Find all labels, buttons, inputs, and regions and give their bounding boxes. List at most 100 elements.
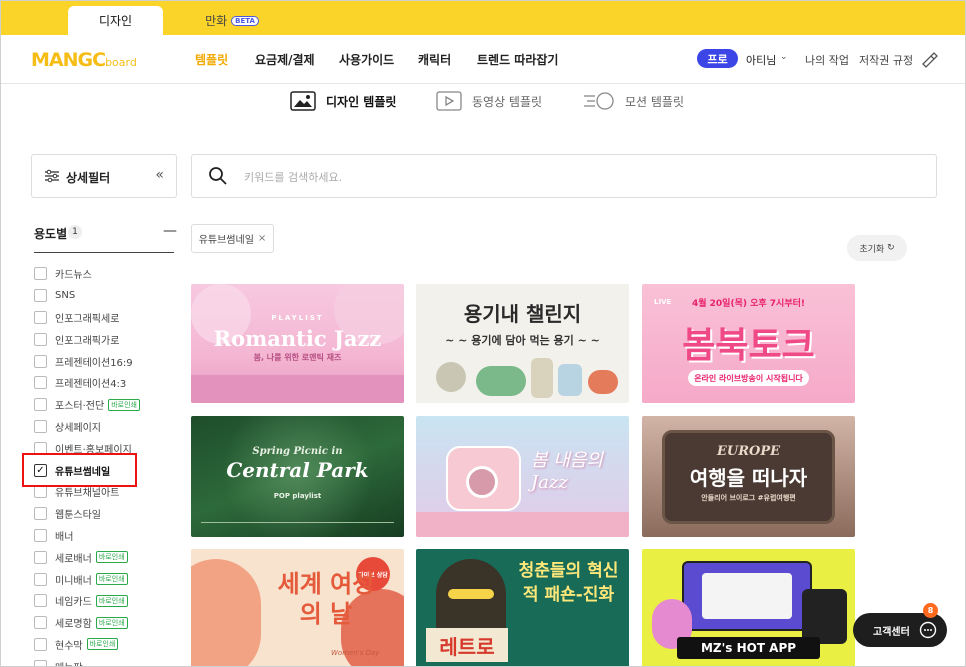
reset-button[interactable]: 초기화 ↻ (847, 235, 907, 261)
double-chevron-left-icon[interactable]: « (155, 167, 164, 183)
checkbox[interactable] (34, 594, 47, 608)
template-card-mz-hot-app[interactable]: MZ's HOT APP (642, 549, 855, 666)
card-title: 봄북토크 (682, 325, 815, 366)
chevron-down-icon[interactable]: ⌄ (780, 52, 788, 62)
checkbox[interactable] (34, 332, 47, 346)
tab-design[interactable]: 디자인 (68, 6, 163, 35)
category-label: 상세페이지 (55, 422, 101, 434)
user-menu[interactable]: 아티님 (746, 52, 776, 68)
category-item[interactable]: 세로명함 바로인쇄 (34, 612, 174, 634)
category-label: 인포그래픽세로 (55, 313, 120, 325)
category-item[interactable]: 상세페이지 (34, 416, 174, 438)
category-item[interactable]: 인포그래픽세로 (34, 307, 174, 329)
checkbox[interactable] (34, 528, 47, 542)
checkbox[interactable] (34, 550, 47, 564)
category-item[interactable]: 웹툰스타일 (34, 503, 174, 525)
template-card-container-challenge[interactable]: 용기내 챌린지 ~ ~ 용기에 담아 먹는 용기 ~ ~ (416, 284, 629, 403)
category-item[interactable]: 프레젠테이션4:3 (34, 372, 174, 394)
type-video-template[interactable]: 동영상 템플릿 (436, 88, 542, 114)
card-stamp: 레트로 (426, 628, 508, 662)
category-item[interactable]: SNS (34, 285, 174, 307)
logo[interactable]: MANGCboard (31, 49, 137, 71)
category-item[interactable]: 포스터·전단 바로인쇄 (34, 394, 174, 416)
app-window: 디자인 만화 BETA MANGCboard 템플릿 요금제/결제 사용가이드 … (0, 0, 966, 667)
category-label: 네임카드 (55, 597, 92, 609)
copyright-link[interactable]: 저작권 규정 (859, 52, 913, 68)
category-label: 프레젠테이션16:9 (55, 357, 133, 369)
print-badge: 바로인쇄 (95, 594, 128, 607)
nav-trends[interactable]: 트렌드 따라잡기 (477, 51, 558, 68)
checkbox[interactable] (34, 419, 47, 433)
category-label: 미니배너 (55, 575, 92, 587)
category-item[interactable]: 네임카드 바로인쇄 (34, 590, 174, 612)
checkbox[interactable] (34, 398, 47, 412)
nav-guide[interactable]: 사용가이드 (339, 51, 394, 68)
checkbox[interactable] (34, 616, 47, 630)
category-item[interactable]: 프레젠테이션16:9 (34, 350, 174, 372)
card-date: 4월 20일(목) 오후 7시부터! (691, 299, 806, 309)
image-icon (290, 91, 316, 111)
search-icon[interactable] (208, 166, 228, 186)
close-icon[interactable]: × (258, 233, 266, 244)
search-input[interactable] (244, 167, 904, 187)
checkbox[interactable] (34, 310, 47, 324)
checkbox[interactable] (34, 659, 47, 666)
template-card-travel[interactable]: EUROPE 여행을 떠나자 안들리어 브이로그 #유럽여행편 (642, 416, 855, 537)
category-item[interactable]: 배너 (34, 525, 174, 547)
card-title: MZ's HOT APP (677, 637, 820, 659)
active-filter-chip[interactable]: 유튜브썸네일 × (191, 224, 274, 253)
customer-center-button[interactable]: 고객센터 (853, 613, 947, 647)
card-subtitle: 봄, 나를 위한 로맨틱 재즈 (253, 353, 342, 362)
print-badge: 바로인쇄 (108, 398, 140, 411)
chat-bubble-icon (919, 621, 937, 639)
section-divider (34, 252, 174, 253)
checkbox[interactable] (34, 354, 47, 368)
tab-design-label: 디자인 (98, 14, 133, 28)
checkbox[interactable] (34, 485, 47, 499)
tab-comic-label: 만화 (205, 14, 228, 28)
card-script: Spring Picnic in (252, 446, 343, 457)
checkbox[interactable] (34, 376, 47, 390)
template-card-womens-day[interactable]: 라이브 상담 세계 여성의 날 Women's Day (191, 549, 404, 666)
card-subtitle: 온라인 라이브방송이 시작됩니다 (694, 374, 803, 383)
category-label: 메뉴판 (55, 659, 83, 666)
card-subtitle: 안들리어 브이로그 #유럽여행편 (701, 494, 796, 502)
tab-comic[interactable]: 만화 BETA (197, 6, 267, 35)
template-card-retro-fashion[interactable]: 청춘들의 혁신적 패숀-진화 레트로 (416, 549, 629, 666)
category-item[interactable]: 미니배너 바로인쇄 (34, 568, 174, 590)
type-design-template[interactable]: 디자인 템플릿 (290, 88, 396, 114)
checkbox[interactable] (34, 507, 47, 521)
card-tag: EUROPE (716, 444, 781, 459)
category-item[interactable]: 세로배너 바로인쇄 (34, 546, 174, 568)
category-item[interactable]: 메뉴판 (34, 655, 174, 666)
card-title: 용기내 챌린지 (463, 302, 582, 326)
template-card-book-talk[interactable]: LIVE 4월 20일(목) 오후 7시부터! 봄북토크 온라인 라이브방송이 … (642, 284, 855, 403)
template-card-romantic-jazz[interactable]: PLAYLIST Romantic Jazz 봄, 나를 위한 로맨틱 재즈 (191, 284, 404, 403)
nav-characters[interactable]: 캐릭터 (418, 51, 451, 68)
template-card-central-park[interactable]: Spring Picnic in Central Park POP playli… (191, 416, 404, 537)
filter-label: 상세필터 (66, 171, 111, 185)
category-item[interactable]: 현수막 바로인쇄 (34, 634, 174, 656)
checkbox[interactable] (34, 637, 47, 651)
checkbox[interactable] (34, 572, 47, 586)
checkbox[interactable] (34, 289, 47, 303)
template-card-spring-jazz[interactable]: 봄 내음의 Jazz (416, 416, 629, 537)
nav-pricing[interactable]: 요금제/결제 (255, 51, 315, 68)
pro-button[interactable]: 프로 (697, 49, 738, 68)
paint-brush-icon[interactable] (920, 49, 940, 69)
my-work-link[interactable]: 나의 작업 (805, 52, 849, 68)
category-label: 프레젠테이션4:3 (55, 379, 127, 391)
detail-filter-button[interactable]: 상세필터 « (31, 154, 177, 198)
checkbox[interactable] (34, 267, 47, 281)
category-label: 세로배너 (55, 553, 92, 565)
category-label: 배너 (55, 531, 74, 543)
collapse-section-icon[interactable]: — (163, 223, 177, 239)
nav-templates[interactable]: 템플릿 (195, 51, 228, 68)
category-item[interactable]: 인포그래픽가로 (34, 328, 174, 350)
category-label: SNS (55, 290, 76, 302)
print-badge: 바로인쇄 (95, 616, 128, 629)
type-motion-template[interactable]: 모션 템플릿 (583, 88, 684, 114)
category-label: 포스터·전단 (55, 401, 105, 413)
category-item[interactable]: 카드뉴스 (34, 263, 174, 285)
type-video-label: 동영상 템플릿 (472, 94, 543, 109)
